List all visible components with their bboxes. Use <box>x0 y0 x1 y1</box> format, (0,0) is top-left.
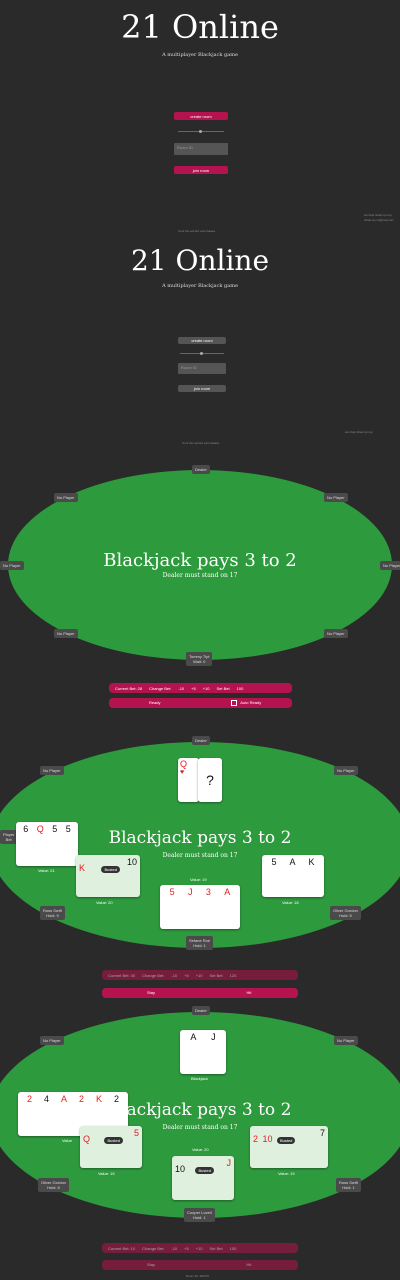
dealer-seat: Dealer <box>192 465 210 474</box>
busted-badge: Busted <box>195 1167 214 1174</box>
hand-value: Value: 19 <box>190 877 207 882</box>
dealer-card: Q ♥ <box>178 758 199 802</box>
seat-empty[interactable]: No Player <box>380 561 400 570</box>
seat-empty[interactable]: No Player <box>0 561 24 570</box>
bet-minus-10-button[interactable]: -10 <box>171 1246 177 1251</box>
bet-bar: Current Bet: 28 Change Bet: -10 +5 +10 S… <box>109 683 292 693</box>
hand-value: Value: 15 <box>98 1171 115 1176</box>
hand-value: Value: 21 <box>38 868 55 873</box>
stay-button[interactable]: Stay <box>102 988 200 998</box>
set-bet-button[interactable]: Set Bet <box>210 1246 223 1251</box>
seat-empty[interactable]: No Player <box>40 1036 64 1045</box>
player-seat: Ross Swift Hold: 1 <box>336 1178 361 1192</box>
bet-plus-5-button[interactable]: +5 <box>191 686 196 691</box>
bet-slider-2[interactable] <box>180 352 224 355</box>
seat-empty[interactable]: No Player <box>334 766 358 775</box>
self-bet: Wait: 0 <box>193 659 206 664</box>
join-room-button[interactable]: join room <box>174 166 228 174</box>
bet-minus-10-button[interactable]: -10 <box>178 686 184 691</box>
checkbox[interactable] <box>231 699 238 706</box>
action-bar-3: Stay Hit <box>102 1260 298 1270</box>
bet-plus-10-button[interactable]: +10 <box>196 1246 203 1251</box>
player-seat: Oliver Gordon Hold: 8 <box>38 1178 69 1192</box>
room-caption-2: Cont the accord cost ttaiaes <box>182 441 220 445</box>
action-bar-2: Stay Hit <box>102 988 298 998</box>
bet-minus-10-button[interactable]: -10 <box>171 973 177 978</box>
table-rule: Dealer must stand on 17 <box>162 572 238 579</box>
room-caption: Cont the accord cost ttaiaes <box>178 229 216 233</box>
table-headline: Blackjack pays 3 to 2 <box>103 550 297 571</box>
hand-value: Value: 20 <box>192 1147 209 1152</box>
hand-value: Value <box>62 1138 72 1143</box>
player-hand-center: 10 Busted J <box>172 1156 234 1200</box>
player-hand-left: 6Q55 <box>16 822 78 866</box>
bet-plus-10-button[interactable]: +10 <box>196 973 203 978</box>
bet-slider[interactable] <box>178 130 224 133</box>
set-bet-button[interactable]: Set Bet <box>217 686 230 691</box>
dealer-value: Blackjack <box>191 1076 208 1081</box>
dealer-seat-3: Dealer <box>192 1006 210 1015</box>
hit-button[interactable]: Hit <box>200 1260 298 1270</box>
bet-amount: 100 <box>236 685 244 691</box>
busted-badge: Busted <box>101 866 120 873</box>
dealer-hand: AJ <box>180 1030 226 1074</box>
seat-empty[interactable]: No Player <box>40 766 64 775</box>
dealer-seat-2: Dealer <box>192 736 210 745</box>
side-note-3: ws://api.4ctap.tp.nop <box>345 430 373 434</box>
room-id-input-2[interactable]: Room ID <box>178 363 226 374</box>
hand-value: Value: 19 <box>278 1171 295 1176</box>
auto-ready-toggle[interactable]: Auto Ready <box>201 698 293 708</box>
player-seat-left: Player Bet <box>0 830 18 844</box>
self-seat-2: Sefane Roe Hold: 1 <box>186 936 214 950</box>
bet-plus-10-button[interactable]: +10 <box>203 686 210 691</box>
hidden-card: ? <box>198 758 222 802</box>
player-seat: Oliver Gordon Hold: 5 <box>330 906 361 920</box>
player-hand-center: 5J3A <box>160 885 240 929</box>
bet-bar-3: Current Bet: 10 Change Bet: -10 +5 +10 Set Be… <box>102 1243 298 1253</box>
create-room-button-2[interactable]: create room <box>178 337 226 344</box>
seat-empty[interactable]: No Player <box>334 1036 358 1045</box>
player-hand-right: 2 10 Busted 7 <box>250 1126 328 1168</box>
hand-value: Value: 20 <box>96 900 113 905</box>
room-id-input[interactable]: Room ID <box>174 143 228 155</box>
ready-button[interactable]: Ready <box>109 698 201 708</box>
app-title: 21 Online <box>121 8 279 46</box>
app-subtitle-2: A multiplayer Blackjack game <box>162 283 238 289</box>
player-hand-busted: K Busted 10 <box>76 855 140 897</box>
auto-ready-label: Auto Ready <box>240 700 262 705</box>
seat-empty[interactable]: No Player <box>54 493 78 502</box>
seat-empty[interactable]: No Player <box>324 493 348 502</box>
action-bar: Ready Auto Ready <box>109 698 292 708</box>
bet-bar-2: Current Bet: 30 Change Bet: -10 +5 +10 Set Be… <box>102 970 298 980</box>
create-room-button[interactable]: create room <box>174 112 228 120</box>
seat-empty[interactable]: No Player <box>324 629 348 638</box>
seat-empty[interactable]: No Player <box>54 629 78 638</box>
stay-button[interactable]: Stay <box>102 1260 200 1270</box>
change-bet-label: Change Bet: <box>149 685 172 691</box>
self-seat-3: Cooper Lovell Hold: 1 <box>184 1208 215 1222</box>
hit-button[interactable]: Hit <box>200 988 298 998</box>
app-subtitle: A multiplayer Blackjack game <box>162 52 238 58</box>
app-title-2: 21 Online <box>130 244 270 277</box>
busted-badge: Busted <box>276 1137 296 1144</box>
room-id-footer: Room ID: 4DRT0 <box>186 1274 209 1278</box>
side-note: ws://api.4ctap.tp.nop <box>364 213 392 217</box>
set-bet-button[interactable]: Set Bet <box>210 973 223 978</box>
busted-badge: Busted <box>104 1137 123 1144</box>
player-hand-right: 5AK <box>262 855 324 897</box>
player-hand-busted: Q Busted 5 <box>80 1126 142 1168</box>
self-seat: Tommy Tipt Wait: 0 <box>186 652 213 666</box>
side-note-2: 4ctap.tp.rvs@nap.com <box>364 218 395 222</box>
join-room-button-2[interactable]: join room <box>178 385 226 392</box>
bet-plus-5-button[interactable]: +5 <box>184 973 189 978</box>
current-bet: Current Bet: 28 <box>115 685 143 691</box>
bet-plus-5-button[interactable]: +5 <box>184 1246 189 1251</box>
hand-value: Value: 16 <box>282 900 299 905</box>
player-seat: Ross Swift Hold: 9 <box>40 906 65 920</box>
